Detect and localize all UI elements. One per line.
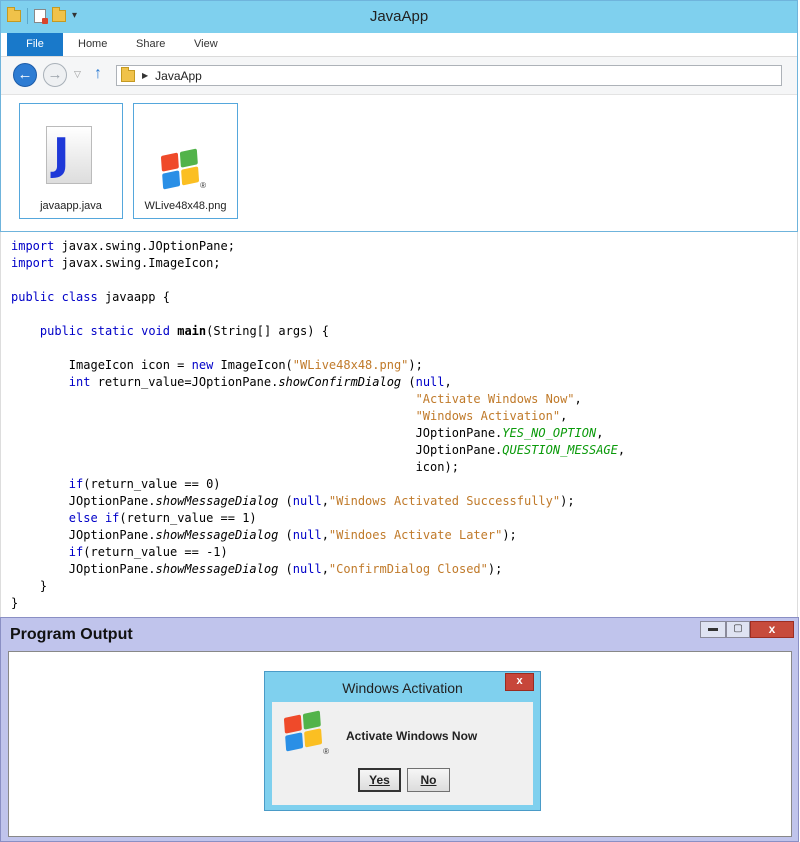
code-line: else if(return_value == 1) — [68, 511, 257, 525]
code-line: ImageIcon icon = new ImageIcon("WLive48x… — [11, 358, 423, 372]
code-line: public static void main(String[] args) { — [39, 324, 329, 338]
address-bar[interactable]: ▶ JavaApp — [116, 65, 782, 86]
folder-icon — [121, 66, 135, 82]
output-title: Program Output — [10, 626, 133, 643]
tab-view[interactable]: View — [194, 33, 218, 56]
tab-file[interactable]: File — [7, 33, 63, 56]
program-output-window: Program Output ▬ ▢ x Windows Activation … — [0, 617, 799, 842]
dialog-body: ® Activate Windows Now Yes No — [272, 702, 533, 805]
file-item-javaapp-java[interactable]: J javaapp.java — [19, 103, 123, 219]
tab-share[interactable]: Share — [136, 33, 165, 56]
dialog-title: Windows Activation — [342, 680, 463, 696]
window-title: JavaApp — [369, 8, 429, 25]
code-line: import javax.swing.JOptionPane; — [11, 239, 235, 253]
no-button[interactable]: No — [407, 768, 450, 792]
code-line: import javax.swing.ImageIcon; — [11, 256, 221, 270]
code-line: "Windows Activation", — [415, 409, 568, 423]
minimize-button[interactable]: ▬ — [700, 621, 726, 638]
breadcrumb-javaapp[interactable]: JavaApp — [155, 69, 202, 83]
tab-home[interactable]: Home — [78, 33, 107, 56]
recent-locations-chevron-icon[interactable]: ▽ — [74, 69, 81, 80]
code-line: "Activate Windows Now", — [415, 392, 582, 406]
code-line: if(return_value == 0) — [68, 477, 221, 491]
ribbon-tabs: File Home Share View — [1, 33, 797, 57]
close-button[interactable]: x — [750, 621, 794, 638]
code-line: } — [11, 596, 19, 610]
code-editor: import javax.swing.JOptionPane; import ja… — [0, 232, 798, 617]
yes-button[interactable]: Yes — [358, 768, 401, 792]
back-button[interactable]: ← — [13, 63, 37, 87]
code-line: JOptionPane.showMessageDialog (null,"Win… — [11, 528, 517, 542]
code-line: JOptionPane.showMessageDialog (null,"Con… — [11, 562, 503, 576]
windows-logo-icon: ® — [281, 710, 329, 756]
no-label: No — [420, 773, 437, 787]
title-bar: ▾ JavaApp — [1, 1, 797, 33]
maximize-button[interactable]: ▢ — [726, 621, 750, 638]
arrow-left-icon: ← — [17, 66, 33, 83]
arrow-right-icon: → — [47, 66, 63, 83]
breadcrumb-arrow-icon[interactable]: ▶ — [142, 71, 148, 80]
explorer-window: ▾ JavaApp File Home Share View ← → ▽ ↑ ▶… — [0, 0, 798, 232]
code-line: public class javaapp { — [11, 290, 170, 304]
code-line: JOptionPane.YES_NO_OPTION, — [11, 426, 604, 440]
java-file-icon: J — [46, 126, 92, 184]
navigation-bar: ← → ▽ ↑ ▶ JavaApp — [1, 57, 797, 95]
windows-logo-icon: ® — [158, 148, 206, 190]
file-name: javaapp.java — [40, 200, 102, 212]
code-line: int return_value=JOptionPane.showConfirm… — [68, 375, 452, 389]
code-line: if(return_value == -1) — [68, 545, 228, 559]
file-list: J javaapp.java ® WLive48x48.png — [1, 95, 797, 233]
code-line: JOptionPane.showMessageDialog (null,"Win… — [11, 494, 575, 508]
forward-button[interactable]: → — [43, 63, 67, 87]
dialog-close-button[interactable]: x — [505, 673, 534, 691]
output-area: Windows Activation x ® Activate Windows … — [8, 651, 792, 837]
code-line: icon); — [11, 460, 459, 474]
code-line: } — [11, 579, 48, 593]
file-name: WLive48x48.png — [144, 200, 227, 212]
up-arrow-icon[interactable]: ↑ — [94, 65, 102, 83]
yes-label: Yes — [369, 773, 390, 787]
dialog-message: Activate Windows Now — [346, 729, 478, 743]
source-code: import javax.swing.JOptionPane; import ja… — [1, 232, 797, 612]
file-item-wlive-png[interactable]: ® WLive48x48.png — [133, 103, 238, 219]
code-line: JOptionPane.QUESTION_MESSAGE, — [11, 443, 626, 457]
confirm-dialog: Windows Activation x ® Activate Windows … — [264, 671, 541, 811]
